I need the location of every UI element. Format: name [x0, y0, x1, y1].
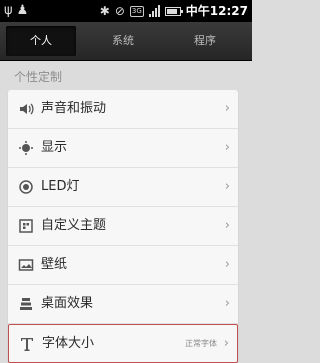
list-item-sound[interactable]: 声音和振动 › — [8, 90, 238, 129]
desktop-effect-icon — [17, 295, 35, 313]
status-right-icons: ✱ ⊘ 3G 中午12:27 — [100, 3, 248, 19]
list-item-label: 声音和振动 — [41, 101, 107, 116]
chevron-right-icon: › — [223, 336, 229, 351]
list-item-label: 壁纸 — [41, 257, 68, 272]
list-item-theme[interactable]: 自定义主题 › — [8, 207, 238, 246]
chevron-right-icon: › — [224, 179, 230, 194]
list-item-desktop-effect[interactable]: 桌面效果 › — [8, 285, 238, 324]
list-item-display[interactable]: 显示 › — [8, 129, 238, 168]
vibrate-icon: ⊘ — [114, 4, 125, 18]
list-item-label: 字体大小 — [42, 336, 95, 351]
list-item-wallpaper[interactable]: 壁纸 › — [8, 246, 238, 285]
3g-icon: 3G — [129, 5, 144, 17]
display-icon — [17, 139, 35, 157]
settings-list: 声音和振动 › 显示 › LED灯 › 自定义主题 › 壁纸 › 桌面效果 › — [8, 90, 238, 363]
status-bar: ψ♟ ✱ ⊘ 3G 中午12:27 — [0, 0, 252, 22]
status-left-icons: ψ♟ — [4, 3, 32, 18]
list-item-label: 桌面效果 — [41, 296, 94, 311]
theme-icon — [17, 217, 35, 235]
list-item-value: 正常字体 — [185, 339, 217, 348]
section-title: 个性定制 — [14, 70, 63, 84]
battery-icon — [164, 6, 183, 16]
tab-bar: 个人 系统 程序 — [0, 22, 252, 61]
chevron-right-icon: › — [224, 140, 230, 155]
usb-icon: ψ — [4, 3, 17, 18]
list-item-label: 自定义主题 — [41, 218, 107, 233]
chevron-right-icon: › — [224, 218, 230, 233]
list-item-font-size[interactable]: 字体大小 正常字体 › — [8, 324, 238, 363]
tab-personal[interactable]: 个人 — [6, 26, 76, 56]
signal-icon — [148, 5, 160, 17]
speaker-icon — [17, 100, 35, 118]
wallpaper-icon — [17, 256, 35, 274]
list-item-label: 显示 — [41, 140, 68, 155]
list-item-led[interactable]: LED灯 › — [8, 168, 238, 207]
bluetooth-icon: ✱ — [99, 4, 110, 18]
chevron-right-icon: › — [224, 296, 230, 311]
chevron-right-icon: › — [224, 257, 230, 272]
android-icon: ♟ — [16, 3, 33, 18]
list-item-label: LED灯 — [41, 179, 80, 194]
led-icon — [17, 178, 35, 196]
tab-apps[interactable]: 程序 — [170, 26, 240, 56]
status-time: 中午12:27 — [185, 4, 248, 18]
font-icon — [18, 335, 36, 353]
tab-system[interactable]: 系统 — [88, 26, 158, 56]
chevron-right-icon: › — [224, 101, 230, 116]
